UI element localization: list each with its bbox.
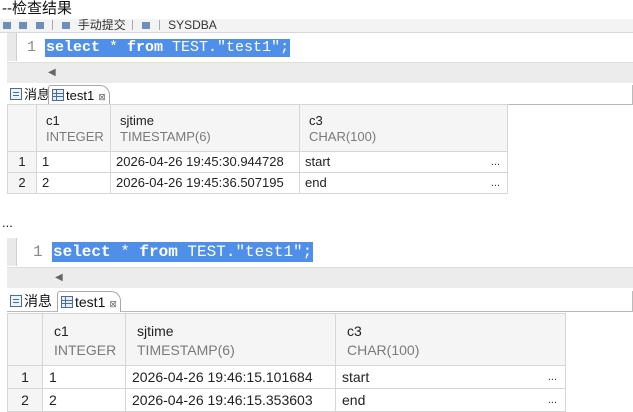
expand-cell-button[interactable]: ... bbox=[548, 367, 557, 388]
editor-gutter bbox=[7, 33, 17, 61]
cell-c1[interactable]: 1 bbox=[42, 365, 126, 389]
result-grid: c1 INTEGER sjtime TIMESTAMP(6) c3 CHAR(100)… bbox=[7, 313, 566, 412]
cell-c3[interactable]: start... bbox=[335, 365, 566, 389]
column-header-c3[interactable]: c3 CHAR(100) bbox=[299, 104, 508, 152]
cell-sjtime[interactable]: 2026-04-26 19:45:36.507195 bbox=[110, 172, 300, 194]
cell-c3[interactable]: end... bbox=[335, 388, 566, 412]
caption-check-result: --检查结果 bbox=[2, 0, 72, 17]
scroll-left-icon[interactable]: ◀ bbox=[55, 272, 63, 283]
toolbar-separator bbox=[52, 20, 54, 30]
save-icon[interactable] bbox=[35, 22, 44, 29]
line-number: 1 bbox=[27, 39, 37, 56]
grid-icon bbox=[61, 296, 73, 308]
run-icon[interactable] bbox=[3, 22, 11, 29]
cell-sjtime[interactable]: 2026-04-26 19:46:15.101684 bbox=[125, 365, 336, 389]
column-header-c1[interactable]: c1 INTEGER bbox=[36, 104, 111, 152]
row-number[interactable]: 2 bbox=[7, 172, 37, 194]
format-icon[interactable] bbox=[142, 22, 151, 29]
expand-cell-button[interactable]: ... bbox=[491, 153, 500, 172]
column-header-sjtime[interactable]: sjtime TIMESTAMP(6) bbox=[110, 104, 300, 152]
row-number[interactable]: 1 bbox=[7, 151, 37, 173]
result-tabbar: 消息 test1 ⊠ bbox=[7, 291, 633, 312]
corner-cell bbox=[7, 313, 43, 366]
editor-horizontal-scrollbar[interactable]: ◀ bbox=[7, 62, 633, 83]
row-number[interactable]: 2 bbox=[7, 388, 43, 412]
column-header-sjtime[interactable]: sjtime TIMESTAMP(6) bbox=[125, 313, 336, 366]
stop-icon[interactable] bbox=[19, 22, 28, 29]
grid-icon bbox=[52, 89, 64, 101]
header-row: c1 INTEGER sjtime TIMESTAMP(6) c3 CHAR(100) bbox=[7, 104, 508, 152]
cell-c1[interactable]: 2 bbox=[42, 388, 126, 412]
cell-sjtime[interactable]: 2026-04-26 19:46:15.353603 bbox=[125, 388, 336, 412]
commit-mode-select[interactable]: 手动提交 bbox=[78, 19, 126, 32]
message-icon bbox=[10, 88, 22, 100]
table-row[interactable]: 1 1 2026-04-26 19:46:15.101684 start... bbox=[7, 365, 566, 389]
cell-c3[interactable]: end... bbox=[299, 172, 508, 194]
cell-c1[interactable]: 2 bbox=[36, 172, 111, 194]
table-row[interactable]: 1 1 2026-04-26 19:45:30.944728 start... bbox=[7, 151, 508, 173]
ellipsis-note: ... bbox=[2, 215, 13, 230]
column-header-c3[interactable]: c3 CHAR(100) bbox=[335, 313, 566, 366]
tab-result-test1[interactable]: test1 ⊠ bbox=[48, 85, 110, 105]
commit-icon[interactable] bbox=[62, 22, 71, 29]
row-number[interactable]: 1 bbox=[7, 365, 43, 389]
tab-messages[interactable]: 消息 bbox=[7, 291, 55, 311]
editor-gutter bbox=[7, 238, 17, 266]
tab-result-test1[interactable]: test1 ⊠ bbox=[57, 291, 121, 312]
corner-cell bbox=[7, 104, 37, 152]
table-row[interactable]: 2 2 2026-04-26 19:46:15.353603 end... bbox=[7, 388, 566, 412]
message-icon bbox=[10, 295, 22, 307]
sql-statement[interactable]: select * from TEST."test1"; bbox=[52, 242, 314, 262]
cell-c3[interactable]: start... bbox=[299, 151, 508, 173]
cell-c1[interactable]: 1 bbox=[36, 151, 111, 173]
expand-cell-button[interactable]: ... bbox=[548, 390, 557, 411]
sql-statement[interactable]: select * from TEST."test1"; bbox=[45, 39, 291, 57]
toolbar-separator bbox=[132, 20, 134, 30]
header-row: c1 INTEGER sjtime TIMESTAMP(6) c3 CHAR(100) bbox=[7, 313, 566, 366]
schema-select[interactable]: SYSDBA bbox=[168, 19, 217, 32]
tab-messages[interactable]: 消息 bbox=[7, 85, 53, 104]
toolbar: 手动提交 SYSDBA bbox=[0, 19, 633, 33]
table-row[interactable]: 2 2 2026-04-26 19:45:36.507195 end... bbox=[7, 172, 508, 194]
close-tab-icon[interactable]: ⊠ bbox=[98, 92, 106, 102]
result-grid: c1 INTEGER sjtime TIMESTAMP(6) c3 CHAR(100)… bbox=[7, 104, 508, 194]
scroll-left-icon[interactable]: ◀ bbox=[48, 67, 56, 78]
sql-editor[interactable]: 1 select * from TEST."test1"; bbox=[7, 33, 633, 61]
result-tabbar: 消息 test1 ⊠ bbox=[7, 85, 633, 105]
expand-cell-button[interactable]: ... bbox=[491, 174, 500, 193]
column-header-c1[interactable]: c1 INTEGER bbox=[42, 313, 126, 366]
editor-horizontal-scrollbar[interactable]: ◀ bbox=[7, 267, 633, 288]
toolbar-separator bbox=[158, 20, 160, 30]
cell-sjtime[interactable]: 2026-04-26 19:45:30.944728 bbox=[110, 151, 300, 173]
sql-editor[interactable]: 1 select * from TEST."test1"; bbox=[7, 238, 633, 266]
line-number: 1 bbox=[33, 243, 43, 261]
close-tab-icon[interactable]: ⊠ bbox=[109, 299, 117, 309]
